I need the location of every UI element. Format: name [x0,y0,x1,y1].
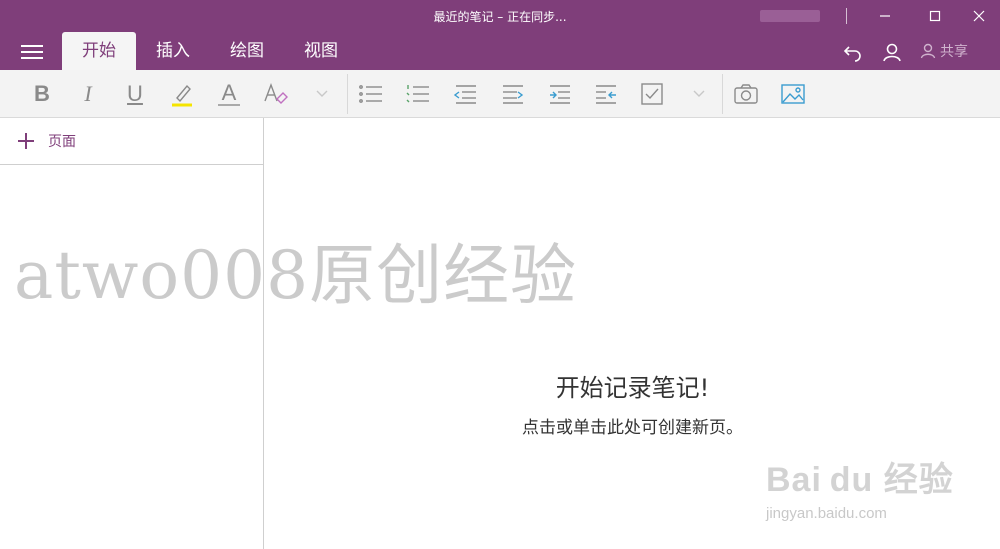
minimize-icon [880,15,890,17]
numbered-list-button[interactable] [403,80,433,108]
insert-camera-button[interactable] [731,80,761,108]
page-list-pane: 页面 [0,118,264,549]
close-button[interactable] [956,0,1000,32]
baidu-url-text: jingyan.baidu.com [766,505,887,522]
undo-icon[interactable] [841,40,865,64]
share-label: 共享 [940,44,968,60]
share-button[interactable]: 共享 [920,41,968,61]
menu-hamburger-icon[interactable] [18,42,46,62]
empty-state-hint[interactable]: 点击或单击此处可创建新页。 [265,413,1000,438]
share-person-icon [920,43,936,59]
author-watermark: atwo008原创经验 [14,237,578,314]
outdent-icon [453,85,476,104]
chevron-down-icon [693,90,705,97]
checkbox-icon [641,83,663,105]
clear-formatting-button[interactable] [261,80,291,108]
toolbar-divider [722,74,723,114]
clear-formatting-icon [264,83,288,104]
italic-button[interactable]: I [73,80,103,108]
insert-picture-button[interactable] [778,80,808,108]
maximize-button[interactable] [912,0,958,32]
bullet-list-button[interactable] [356,80,386,108]
baidu-jingyan-watermark: Bai du 经验 jingyan.baidu.com [766,452,966,532]
font-color-button[interactable]: A [214,80,244,108]
font-color-letter: A [221,80,237,105]
add-page-button[interactable]: 页面 [0,118,263,165]
picture-icon [781,84,805,104]
indent-right-icon [550,85,570,104]
underline-button[interactable]: U [120,80,150,108]
add-page-label: 页面 [48,134,76,150]
empty-state-title: 开始记录笔记! [555,374,710,402]
tab-draw[interactable]: 绘图 [218,32,276,70]
formatting-toolbar: B I U A [0,70,1000,118]
titlebar-divider [846,8,847,24]
bullet-list-icon [359,85,382,103]
title-bar: 最近的笔记 – 正在同步... [0,0,1000,32]
tab-insert[interactable]: 插入 [144,32,202,70]
bold-button[interactable]: B [27,80,57,108]
todo-tag-button[interactable] [637,80,667,108]
tab-view[interactable]: 视图 [292,32,350,70]
align-left-indent-button[interactable] [590,80,620,108]
align-right-indent-button[interactable] [544,80,574,108]
baidu-logo-text: Bai du 经验 [766,461,954,499]
tab-home[interactable]: 开始 [62,32,136,70]
chevron-down-icon [316,90,328,97]
camera-icon [734,84,758,104]
decrease-indent-button[interactable] [450,80,480,108]
toolbar-divider [347,74,348,114]
account-name-blurred[interactable] [760,10,820,22]
indent-left-icon [596,85,616,104]
highlight-button[interactable] [167,80,197,108]
ribbon-tabs: 开始 插入 绘图 视图 共享 [0,32,1000,70]
font-color-bar [218,104,240,106]
plus-icon [18,133,34,149]
highlighter-icon [172,84,192,107]
numbered-list-icon [406,85,429,103]
increase-indent-button[interactable] [497,80,527,108]
maximize-icon [929,10,941,22]
account-icon[interactable] [880,40,904,64]
tags-more-dropdown[interactable] [684,80,714,108]
window-title: 最近的笔记 – 正在同步... [433,10,567,24]
close-icon [973,10,985,22]
minimize-button[interactable] [862,0,908,32]
indent-icon [503,85,524,104]
font-more-dropdown[interactable] [307,80,337,108]
